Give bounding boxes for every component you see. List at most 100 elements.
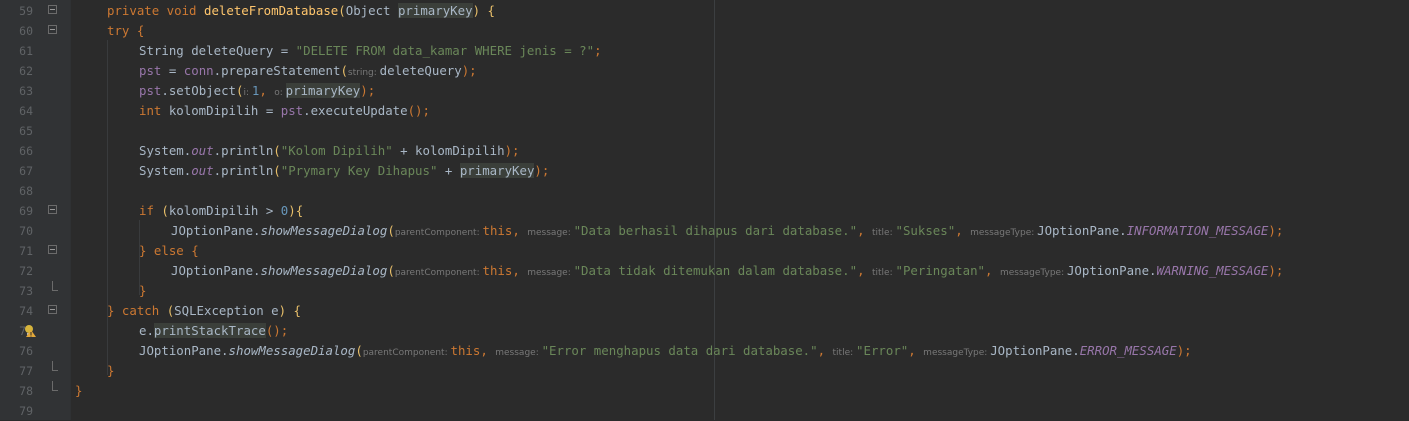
code-text[interactable]: }: [75, 381, 82, 401]
code-token: + kolomDipilih: [392, 143, 505, 158]
fold-minus-icon[interactable]: [48, 305, 57, 314]
code-token: (: [387, 223, 395, 238]
code-token: .setObject: [161, 83, 236, 98]
fold-end-icon[interactable]: [52, 361, 58, 371]
line-number[interactable]: 68: [0, 181, 33, 201]
line-number[interactable]: 63: [0, 81, 33, 101]
code-token: out: [191, 143, 214, 158]
code-line[interactable]: 73}: [0, 281, 1409, 301]
code-token: (: [340, 63, 348, 78]
code-text[interactable]: try {: [107, 21, 144, 41]
code-token: }: [107, 363, 115, 378]
code-text[interactable]: System.out.println("Kolom Dipilih" + kol…: [139, 141, 520, 161]
code-line[interactable]: 72 JOptionPane.showMessageDialog(parentCo…: [0, 261, 1409, 281]
code-line[interactable]: 59 private void deleteFromDatabase(Object…: [0, 1, 1409, 21]
line-number[interactable]: 67: [0, 161, 33, 181]
code-line[interactable]: 75e.printStackTrace();: [0, 321, 1409, 341]
line-number[interactable]: 79: [0, 401, 33, 421]
code-token: showMessageDialog: [260, 223, 388, 238]
line-number[interactable]: 65: [0, 121, 33, 141]
line-number[interactable]: 78: [0, 381, 33, 401]
code-token: JOptionPane.: [1066, 263, 1157, 278]
code-token: pst: [280, 103, 304, 118]
fold-minus-icon[interactable]: [48, 5, 57, 14]
code-line[interactable]: 67 System.out.println("Prymary Key Dihapu…: [0, 161, 1409, 181]
fold-minus-icon[interactable]: [48, 245, 57, 254]
code-line[interactable]: 60 try {: [0, 21, 1409, 41]
code-text[interactable]: System.out.println("Prymary Key Dihapus"…: [139, 161, 549, 181]
line-number[interactable]: 62: [0, 61, 33, 81]
code-line[interactable]: 79: [0, 401, 1409, 421]
parameter-hint: string:: [347, 68, 380, 78]
code-token: JOptionPane.: [1037, 223, 1127, 238]
line-number[interactable]: 59: [0, 1, 33, 21]
line-number[interactable]: 74: [0, 301, 33, 321]
code-token: );: [504, 143, 520, 158]
code-token: ,: [512, 263, 528, 278]
code-editor[interactable]: 59 private void deleteFromDatabase(Object…: [0, 0, 1409, 420]
code-text[interactable]: private void deleteFromDatabase(Object p…: [107, 1, 495, 21]
parameter-hint: messageType:: [923, 348, 991, 358]
line-number[interactable]: 73: [0, 281, 33, 301]
code-token: printStackTrace: [153, 323, 266, 338]
code-line[interactable]: 65: [0, 121, 1409, 141]
code-token: this: [482, 263, 513, 278]
code-token: }: [75, 383, 83, 398]
line-number[interactable]: 70: [0, 221, 33, 241]
line-number[interactable]: 77: [0, 361, 33, 381]
code-line[interactable]: 74 } catch (SQLException e) {: [0, 301, 1409, 321]
line-number[interactable]: 60: [0, 21, 33, 41]
code-line[interactable]: 64 int kolomDipilih = pst.executeUpdate()…: [0, 101, 1409, 121]
code-line[interactable]: 66 System.out.println("Kolom Dipilih" + k…: [0, 141, 1409, 161]
line-number[interactable]: 61: [0, 41, 33, 61]
code-text[interactable]: e.printStackTrace();: [139, 321, 288, 341]
line-number[interactable]: 66: [0, 141, 33, 161]
code-token: INFORMATION_MESSAGE: [1126, 223, 1269, 238]
code-text[interactable]: } else {: [139, 241, 199, 261]
code-line[interactable]: 77}: [0, 361, 1409, 381]
code-token: ,: [857, 223, 872, 238]
code-token: ();: [407, 103, 430, 118]
code-line[interactable]: 70 JOptionPane.showMessageDialog(parentCo…: [0, 221, 1409, 241]
code-line[interactable]: 71 } else {: [0, 241, 1409, 261]
code-line[interactable]: 68: [0, 181, 1409, 201]
line-number[interactable]: 76: [0, 341, 33, 361]
fold-end-icon[interactable]: [52, 281, 58, 291]
code-token: primaryKey: [397, 3, 473, 18]
line-number[interactable]: 71: [0, 241, 33, 261]
code-text[interactable]: String deleteQuery = "DELETE FROM data_k…: [139, 41, 602, 61]
code-token: this: [450, 343, 481, 358]
line-number[interactable]: 64: [0, 101, 33, 121]
fold-end-icon[interactable]: [52, 381, 58, 391]
code-token: "Data berhasil dihapus dari database.": [573, 223, 858, 238]
code-line[interactable]: 62 pst = conn.prepareStatement(string: de…: [0, 61, 1409, 81]
code-token: showMessageDialog: [260, 263, 388, 278]
code-token: ;: [594, 43, 602, 58]
parameter-hint: message:: [495, 348, 542, 358]
code-token: primaryKey: [285, 83, 361, 98]
code-line[interactable]: 63 pst.setObject(i: 1, o: primaryKey);: [0, 81, 1409, 101]
code-token: ();: [265, 323, 289, 338]
code-text[interactable]: pst.setObject(i: 1, o: primaryKey);: [139, 81, 375, 103]
parameter-hint: title:: [832, 348, 857, 358]
line-number[interactable]: 69: [0, 201, 33, 221]
code-text[interactable]: JOptionPane.showMessageDialog(parentComp…: [171, 221, 1283, 243]
code-token: WARNING_MESSAGE: [1156, 263, 1269, 278]
warning-bulb-icon[interactable]: [24, 324, 36, 337]
line-number[interactable]: 72: [0, 261, 33, 281]
code-text[interactable]: JOptionPane.showMessageDialog(parentComp…: [171, 261, 1283, 283]
code-text[interactable]: }: [107, 361, 114, 381]
code-line[interactable]: 61 String deleteQuery = "DELETE FROM data…: [0, 41, 1409, 61]
code-token: );: [1268, 263, 1284, 278]
code-text[interactable]: int kolomDipilih = pst.executeUpdate();: [139, 101, 430, 121]
code-text[interactable]: JOptionPane.showMessageDialog(parentComp…: [139, 341, 1192, 363]
code-line[interactable]: 69 if (kolomDipilih > 0){: [0, 201, 1409, 221]
fold-minus-icon[interactable]: [48, 205, 57, 214]
code-text[interactable]: } catch (SQLException e) {: [107, 301, 301, 321]
code-line[interactable]: 78}: [0, 381, 1409, 401]
code-line[interactable]: 76 JOptionPane.showMessageDialog(parentCo…: [0, 341, 1409, 361]
code-text[interactable]: }: [139, 281, 146, 301]
code-text[interactable]: pst = conn.prepareStatement(string: dele…: [139, 61, 477, 83]
fold-minus-icon[interactable]: [48, 25, 57, 34]
code-text[interactable]: if (kolomDipilih > 0){: [139, 201, 303, 221]
